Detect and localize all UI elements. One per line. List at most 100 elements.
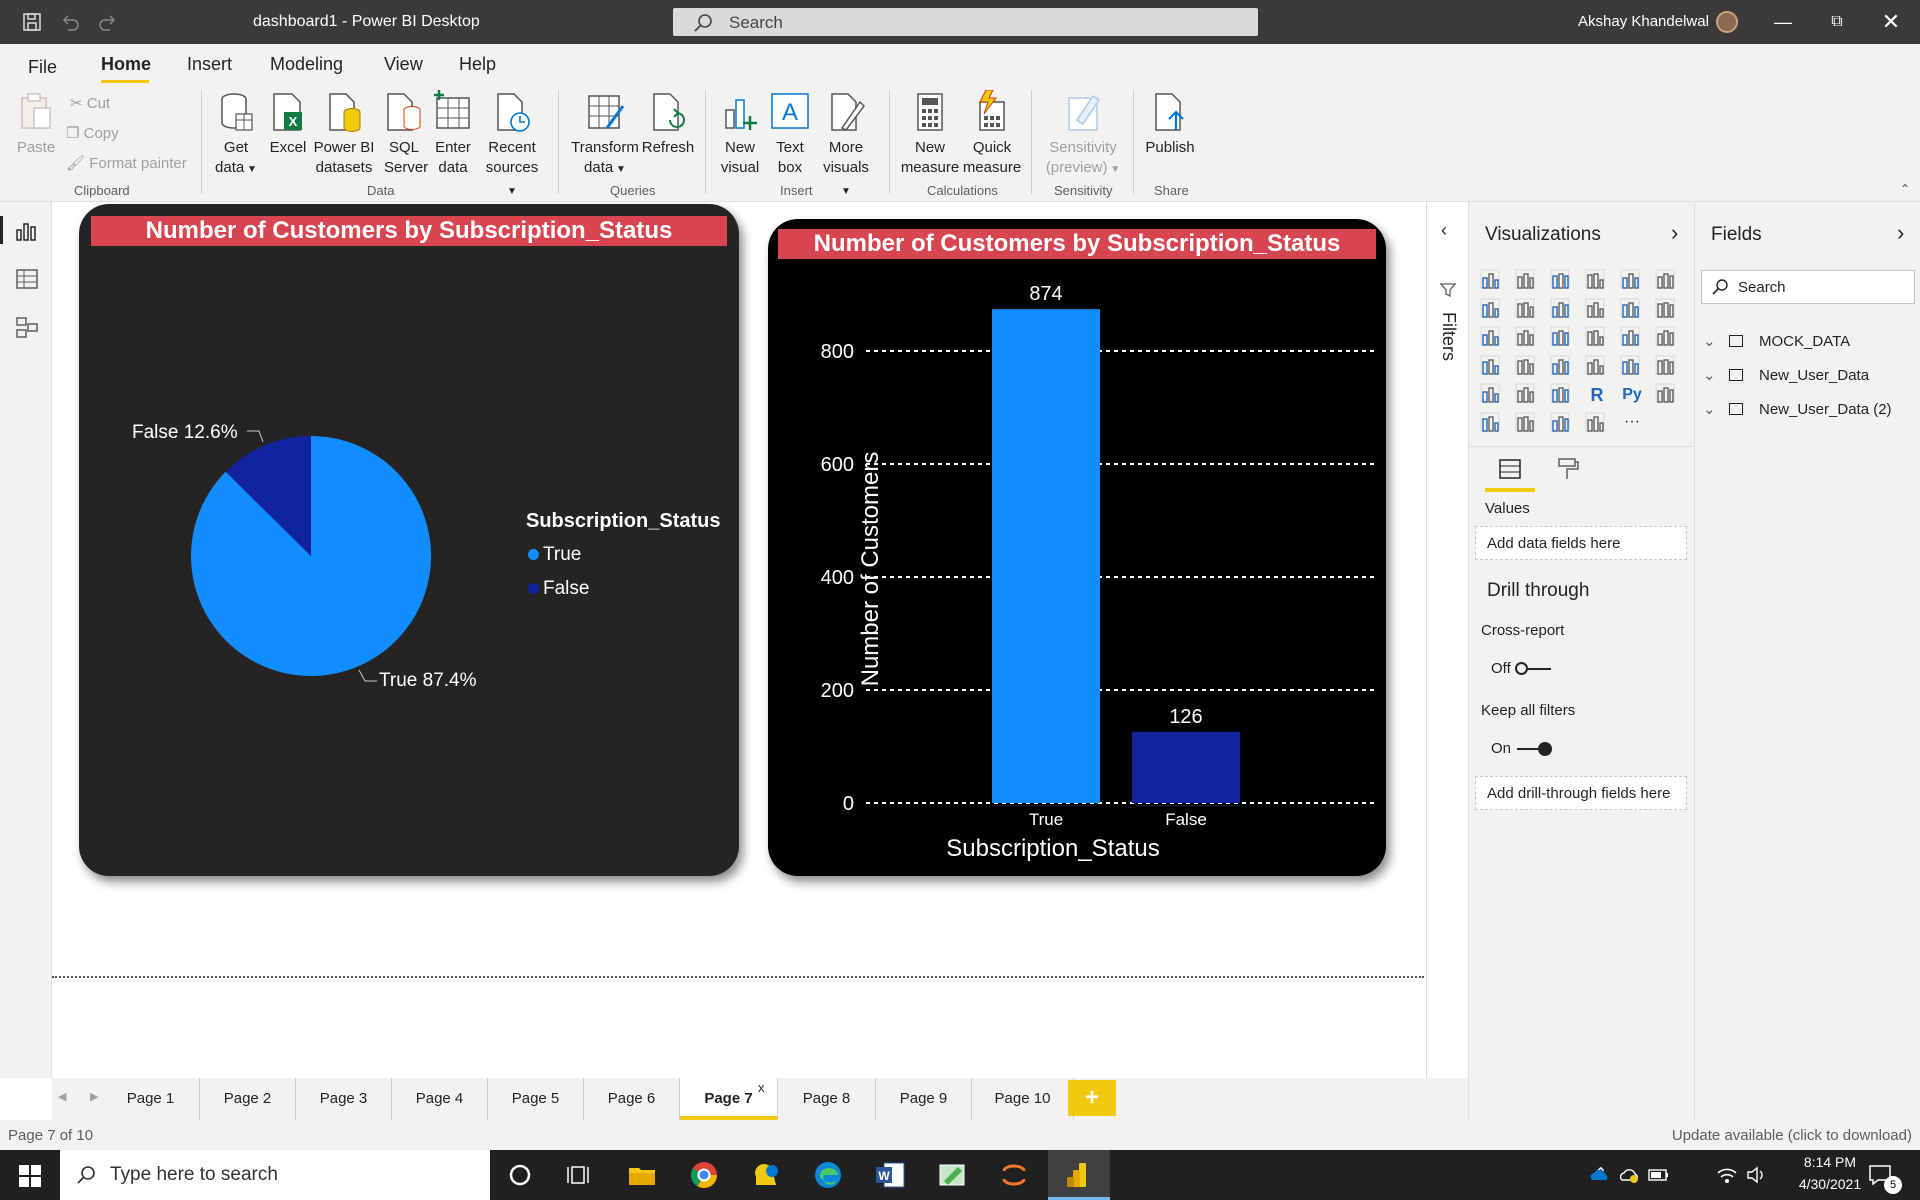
new-visual-button[interactable]: New visual [717, 90, 763, 178]
edge-icon[interactable] [812, 1159, 844, 1191]
windows-start-icon[interactable] [19, 1165, 41, 1187]
table-visual-icon[interactable] [1514, 382, 1540, 408]
sensitivity-button[interactable]: Sensitivity (preview) ▼ [1040, 90, 1126, 180]
menu-insert[interactable]: Insert [187, 54, 232, 75]
key-influencers-visual-icon[interactable] [1654, 382, 1680, 408]
ribbon-visual-icon[interactable] [1654, 297, 1680, 323]
avatar[interactable] [1716, 11, 1738, 33]
tab-scroll-right-icon[interactable]: ▶ [90, 1090, 98, 1103]
publish-button[interactable]: Publish [1142, 90, 1198, 158]
close-tab-icon[interactable]: x [758, 1080, 765, 1095]
taskbar-search-box[interactable]: Type here to search [60, 1150, 490, 1200]
undo-icon[interactable] [58, 10, 82, 34]
menu-home[interactable]: Home [101, 54, 151, 75]
donut-visual-icon[interactable] [1619, 325, 1645, 351]
cortana-icon[interactable] [504, 1159, 536, 1191]
decomposition-tree-visual-icon[interactable] [1479, 411, 1505, 437]
add-page-button[interactable]: + [1068, 1080, 1116, 1116]
legend-item-true[interactable]: True [528, 544, 581, 566]
tab-page-10[interactable]: Page 10 [972, 1078, 1074, 1120]
clock-time[interactable]: 8:14 PM [1790, 1154, 1870, 1170]
chevron-left-icon[interactable]: ‹ [1441, 220, 1447, 241]
recent-sources-button[interactable]: Recent sources ▼ [480, 90, 544, 202]
cross-report-toggle[interactable] [1515, 662, 1551, 675]
gauge-visual-icon[interactable] [1549, 354, 1575, 380]
tab-page-5[interactable]: Page 5 [488, 1078, 584, 1120]
menu-view[interactable]: View [384, 54, 423, 75]
legend-item-false[interactable]: False [528, 578, 589, 600]
sticky-notes-icon[interactable] [750, 1159, 782, 1191]
close-button[interactable]: ✕ [1868, 6, 1914, 38]
funnel-visual-icon[interactable] [1514, 325, 1540, 351]
stacked-column-visual-icon[interactable] [1514, 268, 1540, 294]
paste-button[interactable]: Paste [16, 90, 56, 158]
stacked-bar-visual-icon[interactable] [1479, 268, 1505, 294]
100-stacked-bar-visual-icon[interactable] [1619, 268, 1645, 294]
restore-button[interactable]: ⧉ [1814, 6, 1860, 38]
data-view-icon[interactable] [14, 266, 40, 292]
filters-pane-collapsed[interactable]: ‹ Filters [1426, 202, 1468, 1078]
more-visuals-button[interactable]: More visuals ▼ [818, 90, 874, 202]
update-available-link[interactable]: Update available (click to download) [1672, 1127, 1912, 1144]
field-table-new-user-data-2[interactable]: ⌄ New_User_Data (2) [1703, 400, 1892, 418]
line-clustered-column-visual-icon[interactable] [1619, 297, 1645, 323]
line-visual-icon[interactable] [1479, 297, 1505, 323]
field-table-mock-data[interactable]: ⌄ MOCK_DATA [1703, 332, 1850, 350]
file-explorer-icon[interactable] [626, 1159, 658, 1191]
get-data-button[interactable]: Get data ▼ [214, 90, 258, 180]
excel-button[interactable]: X Excel [268, 90, 308, 158]
fields-well-icon[interactable] [1497, 456, 1523, 482]
tab-page-8[interactable]: Page 8 [778, 1078, 876, 1120]
tab-page-1[interactable]: Page 1 [102, 1078, 200, 1120]
menu-modeling[interactable]: Modeling [270, 54, 343, 75]
tab-page-6[interactable]: Page 6 [584, 1078, 680, 1120]
jupyter-icon[interactable] [998, 1159, 1030, 1191]
format-paint-roller-icon[interactable] [1555, 456, 1581, 482]
tab-page-9[interactable]: Page 9 [876, 1078, 972, 1120]
title-search-box[interactable]: Search [673, 8, 1258, 36]
area-visual-icon[interactable] [1514, 297, 1540, 323]
multi-row-card-visual-icon[interactable] [1619, 354, 1645, 380]
text-box-button[interactable]: A Text box [770, 90, 810, 178]
100-stacked-column-visual-icon[interactable] [1654, 268, 1680, 294]
card-visual-icon[interactable] [1584, 354, 1610, 380]
new-measure-button[interactable]: New measure [899, 90, 961, 178]
enter-data-button[interactable]: Enter data [433, 90, 473, 178]
menu-help[interactable]: Help [459, 54, 496, 75]
paginated-visual-icon[interactable] [1584, 411, 1610, 437]
python-visual-icon[interactable]: Py [1619, 382, 1645, 408]
power-bi-datasets-button[interactable]: Power BI datasets [312, 90, 376, 178]
bar-chart-visual[interactable]: Number of Customers by Subscription_Stat… [768, 219, 1386, 876]
chevron-right-icon[interactable]: › [1897, 220, 1904, 246]
collapse-ribbon-icon[interactable]: ⌃ [1900, 182, 1910, 196]
tab-page-4[interactable]: Page 4 [392, 1078, 488, 1120]
pie-visual-icon[interactable] [1584, 325, 1610, 351]
volume-icon[interactable] [1746, 1165, 1768, 1185]
chrome-icon[interactable] [688, 1159, 720, 1191]
report-view-icon[interactable] [14, 218, 40, 244]
model-view-icon[interactable] [14, 314, 40, 340]
slicer-visual-icon[interactable] [1479, 382, 1505, 408]
sql-server-button[interactable]: SQL Server [384, 90, 428, 178]
format-painter-button[interactable]: 🖌 Format painter [66, 154, 187, 172]
cut-button[interactable]: ✂ Cut [70, 94, 110, 112]
task-view-icon[interactable] [564, 1159, 596, 1191]
scatter-visual-icon[interactable] [1549, 325, 1575, 351]
clustered-bar-visual-icon[interactable] [1549, 268, 1575, 294]
power-bi-icon[interactable] [1063, 1159, 1095, 1191]
onedrive-icon[interactable] [1588, 1166, 1610, 1184]
tab-page-2[interactable]: Page 2 [200, 1078, 296, 1120]
clock-date[interactable]: 4/30/2021 [1790, 1176, 1870, 1192]
cloud-sync-icon[interactable] [1618, 1166, 1640, 1184]
smart-narrative-visual-icon[interactable] [1549, 411, 1575, 437]
save-icon[interactable] [20, 10, 44, 34]
minimize-button[interactable]: — [1760, 6, 1806, 38]
matrix-visual-icon[interactable] [1549, 382, 1575, 408]
keep-filters-toggle[interactable] [1517, 742, 1552, 756]
paint-icon[interactable] [936, 1159, 968, 1191]
line-column-visual-icon[interactable] [1584, 297, 1610, 323]
transform-data-button[interactable]: Transform data ▼ [570, 90, 640, 180]
more-visual-icon[interactable]: ··· [1619, 411, 1645, 437]
bar-false[interactable] [1132, 731, 1240, 803]
redo-icon[interactable] [96, 10, 120, 34]
